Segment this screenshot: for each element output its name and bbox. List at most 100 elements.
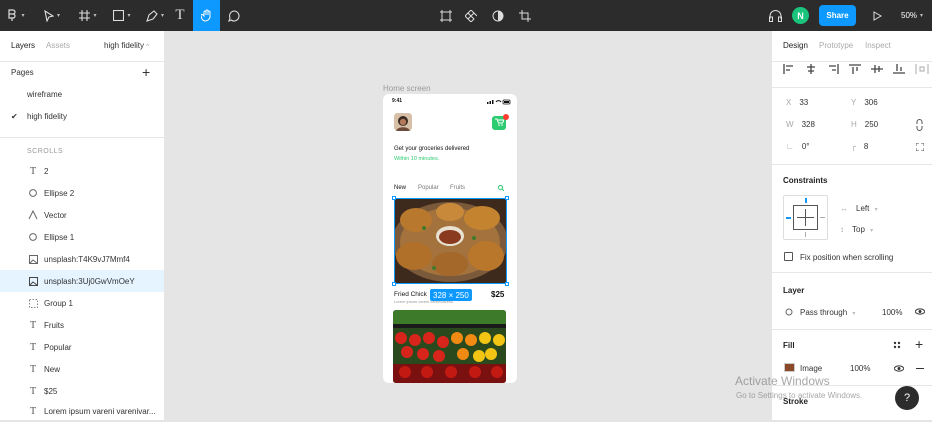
layer-item[interactable]: T New — [0, 358, 164, 380]
align-bottom-icon[interactable] — [893, 64, 905, 76]
alignment-row — [783, 64, 929, 76]
tab-fruits[interactable]: Fruits — [450, 185, 465, 191]
constraint-bottom[interactable] — [805, 232, 806, 237]
shape-tool-button[interactable]: ▾ — [106, 0, 138, 31]
diamond-icon — [465, 9, 477, 22]
component-set-button[interactable] — [462, 0, 480, 31]
add-fill-icon[interactable]: + — [915, 336, 923, 352]
horizontal-constraint-select[interactable]: ↔ Left ▾ — [840, 204, 878, 213]
rotation-field[interactable]: ∟ 0° — [786, 142, 810, 151]
align-top-icon[interactable] — [849, 64, 861, 76]
fill-type[interactable]: Image — [800, 364, 822, 373]
profile-avatar[interactable] — [394, 113, 412, 131]
layer-label: Popular — [44, 342, 72, 352]
distribute-icon[interactable] — [915, 64, 929, 76]
x-field[interactable]: X 33 — [786, 98, 808, 107]
eye-icon[interactable] — [893, 365, 905, 374]
fix-position-checkbox[interactable] — [784, 252, 793, 261]
chevron-down-icon: ▾ — [870, 228, 874, 234]
resize-handle[interactable] — [392, 282, 396, 286]
food-image-vegetables[interactable] — [393, 310, 506, 383]
resize-handle[interactable] — [505, 196, 509, 200]
radius-field[interactable]: ╭ 8 — [851, 142, 868, 151]
comment-tool-button[interactable] — [224, 0, 244, 31]
contrast-button[interactable] — [489, 0, 507, 31]
tab-inspect[interactable]: Inspect — [865, 41, 891, 50]
move-tool-button[interactable]: ▾ — [36, 0, 68, 31]
tab-popular[interactable]: Popular — [418, 185, 439, 191]
layer-item[interactable]: Vector — [0, 204, 164, 226]
fill-opacity[interactable]: 100% — [850, 364, 870, 373]
component-icon — [440, 9, 452, 22]
layer-item[interactable]: Ellipse 1 — [0, 226, 164, 248]
main-menu-button[interactable]: ▾ — [0, 0, 32, 31]
y-field[interactable]: Y 306 — [851, 98, 878, 107]
frame-tool-button[interactable]: ▾ — [72, 0, 104, 31]
text-icon: T — [29, 341, 37, 353]
tab-layers[interactable]: Layers — [11, 41, 35, 50]
eye-icon[interactable] — [914, 308, 926, 317]
share-button[interactable]: Share — [819, 5, 856, 26]
frame-label[interactable]: Home screen — [383, 84, 431, 93]
layer-item[interactable]: T Fruits — [0, 314, 164, 336]
blend-mode-select[interactable]: Pass through ▾ — [800, 308, 855, 317]
layer-item[interactable]: T Popular — [0, 336, 164, 358]
tab-assets[interactable]: Assets — [46, 41, 70, 50]
constraint-left-active[interactable] — [786, 217, 791, 219]
tab-new[interactable]: New — [394, 185, 406, 191]
remove-fill-icon[interactable] — [916, 368, 924, 369]
align-left-icon[interactable] — [783, 64, 795, 76]
add-page-icon[interactable]: + — [142, 64, 150, 80]
subline-text: Within 10 minutes. — [394, 156, 440, 162]
tab-prototype[interactable]: Prototype — [819, 41, 853, 50]
layer-label: Fruits — [44, 320, 64, 330]
audio-button[interactable] — [766, 0, 784, 31]
layer-opacity[interactable]: 100% — [882, 308, 902, 317]
text-tool-button[interactable]: T — [170, 0, 190, 31]
page-selector[interactable]: high fidelity ^ — [104, 41, 149, 50]
page-item-wireframe[interactable]: wireframe — [0, 84, 164, 104]
align-center-v-icon[interactable] — [871, 64, 883, 76]
hand-tool-button[interactable] — [193, 0, 220, 31]
fill-image-thumbnail[interactable] — [784, 363, 795, 372]
constraint-top-active[interactable] — [805, 198, 807, 203]
w-field[interactable]: W 328 — [786, 120, 815, 129]
layer-item[interactable]: unsplash:T4K9vJ7Mmf4 — [0, 248, 164, 270]
constrain-proportions-icon[interactable] — [916, 119, 923, 133]
help-button[interactable]: ? — [895, 386, 919, 410]
layer-group-scrolls[interactable]: SCROLLS — [27, 148, 63, 155]
layer-item[interactable]: T 2 — [0, 160, 164, 182]
h-field[interactable]: H 250 — [851, 120, 878, 129]
user-avatar[interactable]: N — [792, 7, 809, 24]
tab-design[interactable]: Design — [783, 41, 808, 50]
activate-windows-title: Activate Windows — [735, 374, 830, 388]
resize-handle[interactable] — [392, 196, 396, 200]
crop-button[interactable] — [516, 0, 534, 31]
resize-handle[interactable] — [505, 282, 509, 286]
zoom-dropdown[interactable]: 50% ▾ — [901, 0, 923, 31]
fix-position-label: Fix position when scrolling — [800, 253, 894, 262]
present-button[interactable] — [868, 0, 886, 31]
constraint-v-value: Top — [852, 225, 865, 234]
layer-item[interactable]: Ellipse 2 — [0, 182, 164, 204]
vertical-constraint-select[interactable]: ↕ Top ▾ — [840, 225, 873, 234]
cart-icon — [494, 118, 505, 128]
search-icon[interactable] — [498, 184, 505, 193]
constraints-widget[interactable] — [783, 195, 828, 240]
layer-item[interactable]: T $25 — [0, 380, 164, 402]
selection-outline[interactable] — [394, 198, 507, 284]
pen-tool-button[interactable]: ▾ — [139, 0, 171, 31]
independent-corners-icon[interactable] — [915, 142, 925, 153]
align-right-icon[interactable] — [827, 64, 839, 76]
layer-label: Ellipse 1 — [44, 232, 75, 242]
styles-grid-icon[interactable] — [893, 341, 901, 351]
page-item-high-fidelity[interactable]: ✔ high fidelity — [0, 106, 164, 126]
layer-item-selected[interactable]: unsplash:3Uj0GwVmOeY — [0, 270, 164, 292]
align-center-h-icon[interactable] — [805, 64, 817, 76]
constraint-right[interactable] — [820, 217, 825, 218]
layer-item[interactable]: Group 1 — [0, 292, 164, 314]
layer-item[interactable]: T Lorem ipsum vareni varenivar... — [0, 400, 164, 422]
corner-radius-icon: ╭ — [851, 142, 856, 151]
text-icon: T — [29, 363, 37, 375]
component-button[interactable] — [437, 0, 455, 31]
